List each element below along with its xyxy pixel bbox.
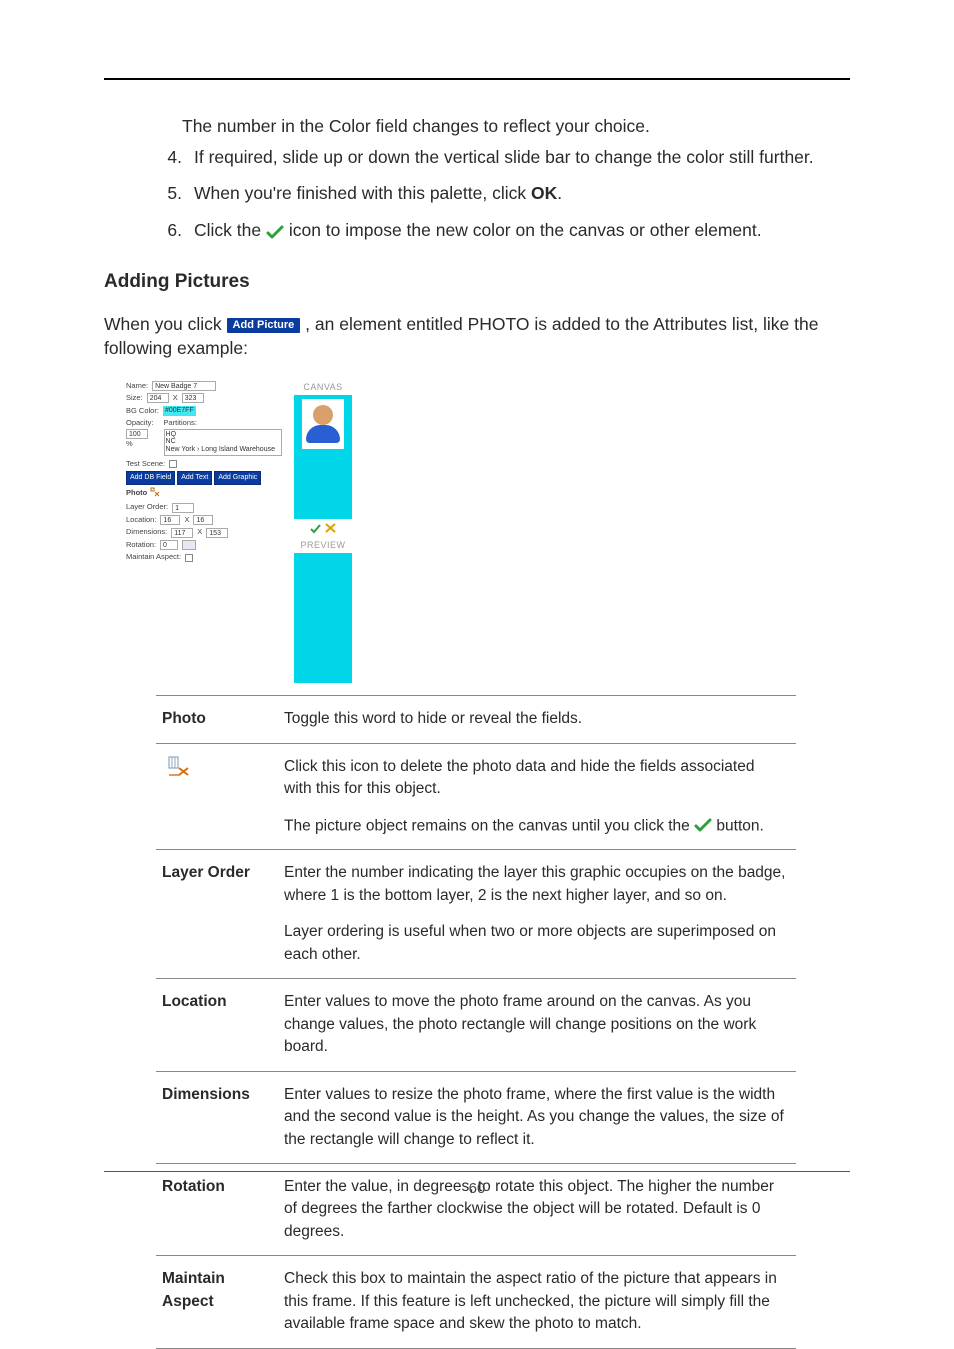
table-row: Maintain Aspect Check this box to mainta…	[156, 1256, 796, 1348]
name-field[interactable]: New Badge 7	[152, 381, 216, 391]
step-number: 4.	[164, 145, 182, 170]
step-text: Click the icon to impose the new color o…	[194, 218, 762, 244]
canvas-label: CANVAS	[303, 381, 342, 394]
size-x: X	[173, 393, 178, 404]
layer-desc-1: Enter the number indicating the layer th…	[284, 862, 786, 907]
table-row: Layer Order Enter the number indicating …	[156, 850, 796, 979]
add-picture-button[interactable]: Add Picture	[227, 318, 301, 333]
opacity-pct: %	[126, 439, 154, 450]
step-text: When you're finished with this palette, …	[194, 181, 562, 206]
header-rule	[104, 78, 850, 80]
step-number: 6.	[164, 218, 182, 243]
rotation-dropdown[interactable]	[182, 540, 196, 550]
confirm-check-icon[interactable]	[310, 523, 321, 536]
section-heading: Adding Pictures	[104, 269, 850, 296]
row-value: Check this box to maintain the aspect ra…	[278, 1256, 796, 1348]
confirm-check-icon	[694, 815, 712, 837]
opacity-label: Opacity:	[126, 418, 154, 429]
row-value: Click this icon to delete the photo data…	[278, 743, 796, 850]
avatar-head-icon	[313, 405, 333, 425]
row-key: Location	[156, 979, 278, 1071]
maintain-aspect-label: Maintain Aspect:	[126, 552, 181, 563]
canvas-area[interactable]	[294, 395, 352, 519]
dim-sep: X	[197, 527, 202, 538]
add-text-button[interactable]: Add Text	[177, 471, 212, 485]
delete-desc-2: The picture object remains on the canvas…	[284, 815, 786, 838]
numbered-steps: 4. If required, slide up or down the ver…	[104, 145, 850, 244]
row-value: Enter values to resize the photo frame, …	[278, 1071, 796, 1163]
row-key: Layer Order	[156, 850, 278, 979]
rotation-label: Rotation:	[126, 540, 156, 551]
intro-sentence: The number in the Color field changes to…	[104, 114, 850, 139]
step-text-pre: Click the	[194, 220, 266, 240]
delete-desc-2-post: button.	[716, 817, 763, 834]
location-x-field[interactable]: 16	[160, 515, 180, 525]
attributes-definitions-table: Photo Toggle this word to hide or reveal…	[156, 695, 796, 1349]
bgcolor-field[interactable]: #00E7FF	[163, 406, 196, 416]
delete-photo-icon[interactable]	[150, 487, 160, 500]
intro-pre: When you click	[104, 314, 227, 334]
row-value: Enter the number indicating the layer th…	[278, 850, 796, 979]
testscene-checkbox[interactable]	[169, 460, 177, 468]
opacity-field[interactable]: 100	[126, 429, 148, 439]
row-key-icon	[156, 743, 278, 850]
preview-label: PREVIEW	[300, 539, 345, 552]
delete-desc-2-pre: The picture object remains on the canvas…	[284, 817, 694, 834]
confirm-check-icon	[266, 219, 284, 244]
maintain-aspect-checkbox[interactable]	[185, 554, 193, 562]
delete-photo-icon	[168, 756, 190, 783]
row-key: Maintain Aspect	[156, 1256, 278, 1348]
add-db-field-button[interactable]: Add DB Field	[126, 471, 175, 485]
row-key: Dimensions	[156, 1071, 278, 1163]
delete-desc-1: Click this icon to delete the photo data…	[284, 756, 786, 801]
location-label: Location:	[126, 515, 156, 526]
row-value: Toggle this word to hide or reveal the f…	[278, 696, 796, 743]
preview-area	[294, 553, 352, 683]
attributes-form: Name: New Badge 7 Size: 204 X 323 BG Col…	[126, 381, 282, 565]
partitions-label: Partitions:	[164, 418, 282, 429]
photo-placeholder[interactable]	[302, 399, 344, 449]
layer-order-field[interactable]: 1	[172, 503, 194, 513]
partition-item[interactable]: New York › Long Island Warehouse	[166, 446, 280, 454]
page-footer: 60	[104, 1171, 850, 1197]
add-graphic-button[interactable]: Add Graphic	[214, 471, 261, 485]
partition-item[interactable]: HQ	[166, 431, 280, 439]
partitions-list[interactable]: HQ NC New York › Long Island Warehouse	[164, 429, 282, 456]
rotation-field[interactable]: 0	[160, 540, 178, 550]
avatar-body-icon	[306, 425, 340, 443]
layer-desc-2: Layer ordering is useful when two or mor…	[284, 921, 786, 966]
size-label: Size:	[126, 393, 143, 404]
step-text-post: icon to impose the new color on the canv…	[289, 220, 762, 240]
step-text: If required, slide up or down the vertic…	[194, 145, 814, 170]
ok-label: OK	[531, 183, 557, 203]
bgcolor-label: BG Color:	[126, 406, 159, 417]
table-row: Click this icon to delete the photo data…	[156, 743, 796, 850]
dimensions-label: Dimensions:	[126, 527, 167, 538]
row-value: Enter values to move the photo frame aro…	[278, 979, 796, 1071]
layer-order-label: Layer Order:	[126, 502, 168, 513]
size-width-field[interactable]: 204	[147, 393, 169, 403]
partition-item[interactable]: NC	[166, 438, 280, 446]
location-sep: X	[184, 515, 189, 526]
table-row: Location Enter values to move the photo …	[156, 979, 796, 1071]
section-intro: When you click Add Picture , an element …	[104, 312, 850, 361]
step-number: 5.	[164, 181, 182, 206]
step-text-pre: When you're finished with this palette, …	[194, 183, 531, 203]
testscene-label: Test Scene:	[126, 459, 165, 470]
name-label: Name:	[126, 381, 148, 392]
page-number: 60	[469, 1180, 486, 1197]
dim-w-field[interactable]: 117	[171, 528, 193, 538]
row-key: Photo	[156, 696, 278, 743]
dim-h-field[interactable]: 153	[206, 528, 228, 538]
table-row: Photo Toggle this word to hide or reveal…	[156, 696, 796, 743]
location-y-field[interactable]: 16	[193, 515, 213, 525]
photo-toggle-label[interactable]: Photo	[126, 488, 147, 499]
cancel-x-icon[interactable]	[325, 523, 336, 536]
preview-column: CANVAS PREVIEW	[294, 381, 352, 683]
size-height-field[interactable]: 323	[182, 393, 204, 403]
step-text-post: .	[557, 183, 562, 203]
attributes-panel-mock: Name: New Badge 7 Size: 204 X 323 BG Col…	[126, 381, 850, 683]
table-row: Dimensions Enter values to resize the ph…	[156, 1071, 796, 1163]
